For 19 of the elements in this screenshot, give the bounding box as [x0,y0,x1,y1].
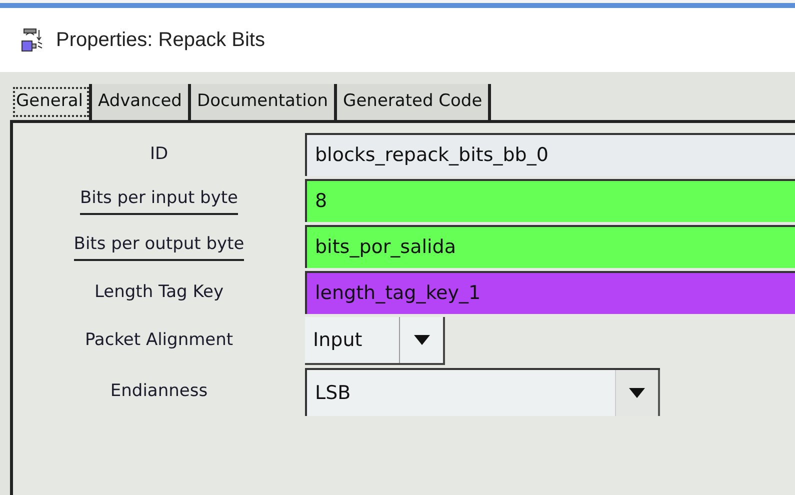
dropdown[interactable]: LSB [305,368,660,416]
tab[interactable]: Documentation [190,84,338,120]
text-field[interactable]: 8 [305,179,795,222]
text-field[interactable]: bits_por_salida [305,225,795,268]
text-field[interactable]: length_tag_key_1 [305,271,795,314]
caret-icon [629,388,645,398]
tab[interactable]: Generated Code [337,84,492,120]
tab[interactable]: General [10,84,92,120]
window-title: Properties: Repack Bits [56,28,265,53]
caret-icon [414,335,430,345]
field-label: Length Tag Key [94,280,224,304]
dropdown[interactable]: Input [305,317,445,365]
field-label: Endianness [110,380,208,404]
field-label: ID [150,142,168,166]
field-label: Packet Alignment [84,329,234,352]
text-field[interactable]: blocks_repack_bits_bb_0 [305,133,795,176]
field-label: Bits per output byte [74,232,244,262]
tab[interactable]: Advanced [92,84,191,120]
field-label: Bits per input byte [80,186,238,216]
